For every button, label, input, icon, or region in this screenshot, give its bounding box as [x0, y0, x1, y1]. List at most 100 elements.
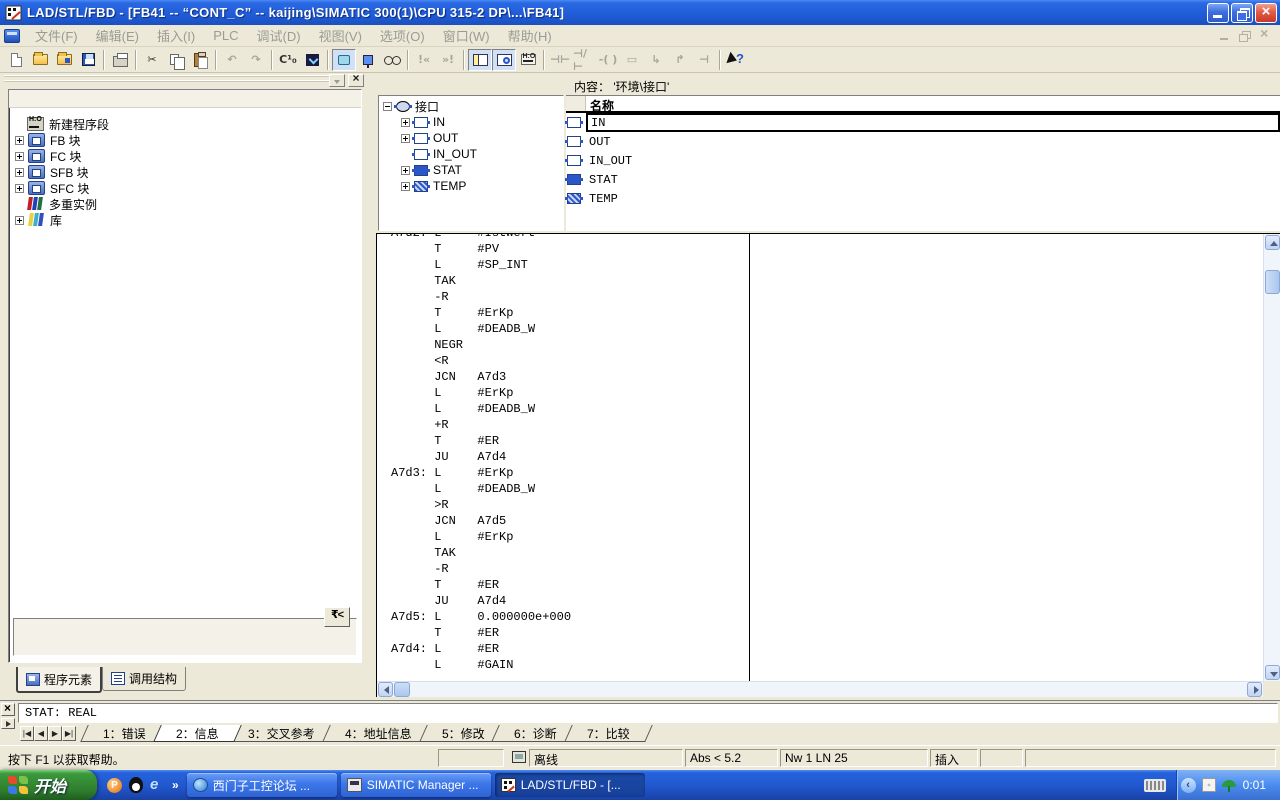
interface-in[interactable]: IN: [379, 114, 563, 130]
code-line[interactable]: <R: [391, 353, 1263, 369]
next-tab-button[interactable]: ▶: [48, 726, 62, 741]
code-line[interactable]: JU A7d4: [391, 593, 1263, 609]
code-line[interactable]: L #GAIN: [391, 657, 1263, 673]
declaration-row-temp[interactable]: TEMP: [566, 189, 1280, 208]
code-line[interactable]: JCN A7d5: [391, 513, 1263, 529]
start-button[interactable]: 开始: [0, 770, 97, 800]
expand-plus-icon[interactable]: [401, 134, 410, 143]
insert-element-button[interactable]: [324, 607, 350, 627]
code-line[interactable]: -R: [391, 561, 1263, 577]
contact-no-button[interactable]: ⊣⊢: [548, 49, 572, 71]
expand-plus-icon[interactable]: [15, 216, 24, 225]
code-line[interactable]: TAK: [391, 273, 1263, 289]
expand-plus-icon[interactable]: [15, 152, 24, 161]
tab-compare[interactable]: 7：比较: [564, 725, 652, 742]
call-environment-button[interactable]: C¹₀: [276, 49, 300, 71]
code-line[interactable]: T #PV: [391, 241, 1263, 257]
code-line[interactable]: L #SP_INT: [391, 257, 1263, 273]
tab-cross-reference[interactable]: 3：交叉参考: [226, 725, 338, 742]
help-pointer-button[interactable]: [724, 49, 748, 71]
print-button[interactable]: [108, 49, 132, 71]
next-error-button[interactable]: »!: [436, 49, 460, 71]
tree-item-fc[interactable]: FC 块: [9, 148, 361, 164]
monitor-button[interactable]: [380, 49, 404, 71]
copy-button[interactable]: [164, 49, 188, 71]
internet-explorer-icon[interactable]: e: [150, 778, 165, 793]
interface-root[interactable]: 接口: [379, 98, 563, 114]
scroll-up-button[interactable]: [1265, 235, 1280, 250]
save-button[interactable]: [76, 49, 100, 71]
contact-nc-button[interactable]: ⊣/⊢: [572, 49, 596, 71]
panel-close-button[interactable]: [348, 74, 364, 87]
collapse-minus-icon[interactable]: [383, 102, 392, 111]
pplive-icon[interactable]: P: [107, 778, 122, 793]
interface-temp[interactable]: TEMP: [379, 178, 563, 194]
close-branch-button[interactable]: ↱: [668, 49, 692, 71]
expand-plus-icon[interactable]: [15, 184, 24, 193]
expand-plus-icon[interactable]: [15, 136, 24, 145]
menu-debug[interactable]: 调试(D): [248, 24, 310, 47]
qq-icon[interactable]: [129, 777, 143, 793]
tab-address-info[interactable]: 4：地址信息: [322, 725, 434, 742]
minimize-button[interactable]: [1207, 3, 1229, 23]
code-line[interactable]: JU A7d4: [391, 449, 1263, 465]
mdi-system-icon[interactable]: [4, 29, 20, 43]
scroll-down-button[interactable]: [1265, 665, 1280, 680]
overview-toggle[interactable]: [468, 49, 492, 71]
code-line[interactable]: T #ER: [391, 577, 1263, 593]
first-tab-button[interactable]: |◀: [20, 726, 34, 741]
cut-button[interactable]: ✂: [140, 49, 164, 71]
stl-code-editor[interactable]: A7d2: L #Istwert T #PV L #SP_INT TAK -R …: [376, 233, 1280, 697]
panel-dropdown-button[interactable]: [329, 74, 345, 87]
paste-button[interactable]: [188, 49, 212, 71]
tree-item-new-network[interactable]: 新建程序段: [9, 116, 361, 132]
plc-station-button[interactable]: [356, 49, 380, 71]
prev-tab-button[interactable]: ◀: [34, 726, 48, 741]
code-line[interactable]: A7d5: L 0.000000e+000: [391, 609, 1263, 625]
code-line[interactable]: +R: [391, 417, 1263, 433]
tree-item-sfc[interactable]: SFC 块: [9, 180, 361, 196]
open-block-button[interactable]: [52, 49, 76, 71]
undo-button[interactable]: ↶: [220, 49, 244, 71]
declaration-table[interactable]: 名称 IN OUT IN_OUT STAT: [566, 95, 1280, 231]
quick-launch-overflow-chevron[interactable]: »: [172, 778, 179, 792]
declaration-row-in[interactable]: IN: [566, 113, 1280, 132]
task-button-lad-stl-fbd[interactable]: LAD/STL/FBD - [...: [495, 773, 645, 797]
code-line[interactable]: NEGR: [391, 337, 1263, 353]
interface-out[interactable]: OUT: [379, 130, 563, 146]
code-line[interactable]: A7d4: L #ER: [391, 641, 1263, 657]
close-button[interactable]: [1255, 3, 1277, 23]
message-expand-button[interactable]: [1, 718, 15, 729]
code-line[interactable]: T #ErKp: [391, 305, 1263, 321]
vertical-scrollbar[interactable]: [1263, 234, 1280, 681]
menu-options[interactable]: 选项(O): [371, 24, 434, 47]
detail-view-toggle[interactable]: [492, 49, 516, 71]
menu-insert[interactable]: 插入(I): [148, 24, 204, 47]
task-button-simatic-manager[interactable]: SIMATIC Manager ...: [341, 773, 491, 797]
horizontal-scrollbar[interactable]: [377, 681, 1263, 697]
mdi-close-icon[interactable]: [1258, 30, 1272, 42]
code-lines[interactable]: A7d2: L #Istwert T #PV L #SP_INT TAK -R …: [377, 234, 1263, 681]
code-line[interactable]: T #ER: [391, 625, 1263, 641]
code-line[interactable]: A7d2: L #Istwert: [391, 234, 1263, 241]
code-line[interactable]: -R: [391, 289, 1263, 305]
branch-button[interactable]: ⊣: [692, 49, 716, 71]
declaration-row-out[interactable]: OUT: [566, 132, 1280, 151]
interface-tree-pane[interactable]: 接口 IN OUT IN_OUT: [378, 95, 564, 231]
menu-window[interactable]: 窗口(W): [434, 24, 499, 47]
expand-plus-icon[interactable]: [401, 166, 410, 175]
open-branch-button[interactable]: ↳: [644, 49, 668, 71]
code-line[interactable]: L #ErKp: [391, 529, 1263, 545]
mdi-minimize-icon[interactable]: [1218, 30, 1232, 42]
menu-plc[interactable]: PLC: [204, 26, 247, 45]
interface-in-out[interactable]: IN_OUT: [379, 146, 563, 162]
new-button[interactable]: [4, 49, 28, 71]
task-button-forum[interactable]: 西门子工控论坛 ...: [187, 773, 337, 797]
scroll-right-button[interactable]: [1247, 682, 1262, 697]
horizontal-scroll-thumb[interactable]: [394, 682, 410, 697]
code-line[interactable]: L #ErKp: [391, 385, 1263, 401]
menu-edit[interactable]: 编辑(E): [87, 24, 148, 47]
menu-help[interactable]: 帮助(H): [499, 24, 561, 47]
tree-item-library[interactable]: 库: [9, 212, 361, 228]
tab-info[interactable]: 2：信息: [153, 725, 241, 742]
